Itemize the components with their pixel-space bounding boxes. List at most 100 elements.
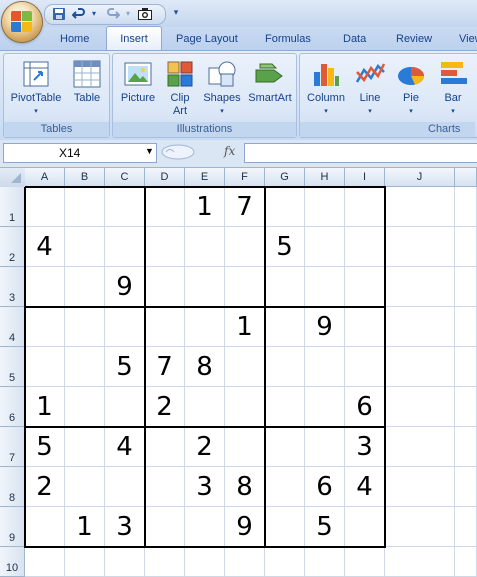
tab-review[interactable]: Review	[396, 28, 432, 50]
tab-page-layout[interactable]: Page Layout	[176, 28, 238, 50]
tab-home[interactable]: Home	[60, 28, 89, 50]
row-header-7[interactable]: 7	[0, 427, 25, 467]
cell-d8[interactable]	[145, 467, 185, 507]
insert-function-icon[interactable]: fx	[224, 144, 235, 158]
cell-c10[interactable]	[105, 547, 145, 577]
tab-formulas[interactable]: Formulas	[265, 28, 311, 50]
cell-c5[interactable]: 5	[105, 347, 145, 387]
cell-i9[interactable]	[345, 507, 385, 547]
cell-a8[interactable]: 2	[25, 467, 65, 507]
column-header-e[interactable]: E	[185, 168, 225, 187]
cell-b3[interactable]	[65, 267, 105, 307]
camera-icon[interactable]	[137, 7, 153, 21]
shapes-button[interactable]: Shapes ▾	[199, 58, 245, 118]
cell-d7[interactable]	[145, 427, 185, 467]
cell-i8[interactable]: 4	[345, 467, 385, 507]
clip-art-button[interactable]: Clip Art	[162, 58, 198, 118]
cell-g8[interactable]	[265, 467, 305, 507]
cell-partial[interactable]	[455, 227, 477, 267]
cell-f5[interactable]	[225, 347, 265, 387]
cell-c3[interactable]: 9	[105, 267, 145, 307]
name-box-dropdown-icon[interactable]: ▼	[145, 146, 154, 156]
cell-d5[interactable]: 7	[145, 347, 185, 387]
cell-d4[interactable]	[145, 307, 185, 347]
cell-g9[interactable]	[265, 507, 305, 547]
cell-b6[interactable]	[65, 387, 105, 427]
shapes-dropdown-caret[interactable]: ▾	[199, 105, 245, 118]
cell-e2[interactable]	[185, 227, 225, 267]
cell-g2[interactable]: 5	[265, 227, 305, 267]
cell-g1[interactable]	[265, 187, 305, 227]
cell-g6[interactable]	[265, 387, 305, 427]
cell-h4[interactable]: 9	[305, 307, 345, 347]
cell-c4[interactable]	[105, 307, 145, 347]
cell-d3[interactable]	[145, 267, 185, 307]
cell-a6[interactable]: 1	[25, 387, 65, 427]
pivottable-dropdown-caret[interactable]: ▾	[6, 105, 66, 118]
cell-f7[interactable]	[225, 427, 265, 467]
name-box[interactable]: X14 ▼	[3, 143, 157, 163]
table-button[interactable]: Table	[68, 58, 106, 105]
cell-i6[interactable]: 6	[345, 387, 385, 427]
cell-f6[interactable]	[225, 387, 265, 427]
cell-i10[interactable]	[345, 547, 385, 577]
picture-button[interactable]: Picture	[116, 58, 160, 105]
pie-chart-button[interactable]: Pie ▾	[391, 58, 431, 118]
redo-dropdown[interactable]: ▾	[120, 7, 136, 21]
cell-partial[interactable]	[455, 307, 477, 347]
cell-e3[interactable]	[185, 267, 225, 307]
cell-i5[interactable]	[345, 347, 385, 387]
cell-e7[interactable]: 2	[185, 427, 225, 467]
line-chart-button[interactable]: Line ▾	[350, 58, 390, 118]
cell-partial[interactable]	[455, 267, 477, 307]
cell-i1[interactable]	[345, 187, 385, 227]
redo-icon[interactable]	[105, 7, 121, 21]
column-dropdown-caret[interactable]: ▾	[303, 105, 349, 118]
cell-j2[interactable]	[385, 227, 455, 267]
cell-i4[interactable]	[345, 307, 385, 347]
cell-d9[interactable]	[145, 507, 185, 547]
tab-insert[interactable]: Insert	[106, 26, 162, 51]
cell-c8[interactable]	[105, 467, 145, 507]
cell-j10[interactable]	[385, 547, 455, 577]
customize-qat-dropdown[interactable]: ▾	[168, 5, 184, 19]
cell-h7[interactable]	[305, 427, 345, 467]
cell-h6[interactable]	[305, 387, 345, 427]
cell-h9[interactable]: 5	[305, 507, 345, 547]
row-header-2[interactable]: 2	[0, 227, 25, 267]
cell-h8[interactable]: 6	[305, 467, 345, 507]
cell-h5[interactable]	[305, 347, 345, 387]
cell-i3[interactable]	[345, 267, 385, 307]
cell-f3[interactable]	[225, 267, 265, 307]
cell-g5[interactable]	[265, 347, 305, 387]
row-header-10[interactable]: 10	[0, 547, 25, 577]
cell-j8[interactable]	[385, 467, 455, 507]
line-dropdown-caret[interactable]: ▾	[350, 105, 390, 118]
cell-partial[interactable]	[455, 467, 477, 507]
column-header-j[interactable]: J	[385, 168, 455, 187]
formula-input[interactable]	[244, 143, 477, 163]
cell-partial[interactable]	[455, 427, 477, 467]
cell-b8[interactable]	[65, 467, 105, 507]
cell-f8[interactable]: 8	[225, 467, 265, 507]
cell-h3[interactable]	[305, 267, 345, 307]
cell-d2[interactable]	[145, 227, 185, 267]
cell-partial[interactable]	[455, 507, 477, 547]
cell-g7[interactable]	[265, 427, 305, 467]
cell-j7[interactable]	[385, 427, 455, 467]
cell-e6[interactable]	[185, 387, 225, 427]
cell-j3[interactable]	[385, 267, 455, 307]
tab-data[interactable]: Data	[343, 28, 366, 50]
select-all-corner[interactable]	[0, 168, 26, 188]
tab-view[interactable]: View	[459, 28, 477, 50]
cell-j5[interactable]	[385, 347, 455, 387]
cell-j1[interactable]	[385, 187, 455, 227]
cell-i2[interactable]	[345, 227, 385, 267]
cell-j6[interactable]	[385, 387, 455, 427]
column-header-b[interactable]: B	[65, 168, 105, 187]
cell-a9[interactable]	[25, 507, 65, 547]
column-header-h[interactable]: H	[305, 168, 345, 187]
column-chart-button[interactable]: Column ▾	[303, 58, 349, 118]
cell-partial[interactable]	[455, 547, 477, 577]
smartart-button[interactable]: SmartArt	[246, 58, 294, 105]
